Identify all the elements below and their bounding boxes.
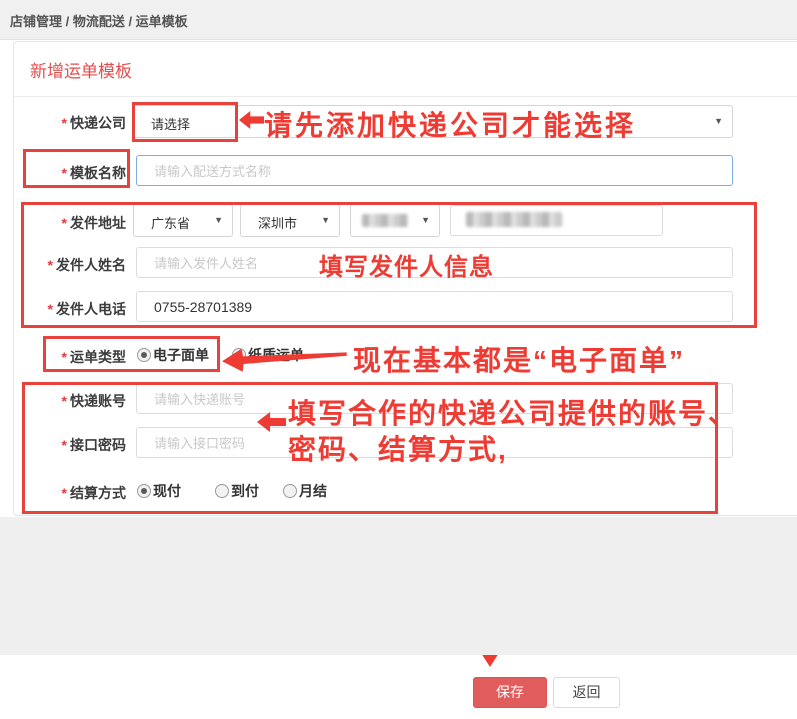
save-button[interactable]: 保存 <box>473 677 547 708</box>
annotation-account-line2: 密码、结算方式, <box>288 428 508 468</box>
highlight-rect-waybill-type <box>43 336 220 372</box>
annotation-account-line1: 填写合作的快递公司提供的账号、 <box>288 392 738 432</box>
back-button[interactable]: 返回 <box>553 677 620 708</box>
page: 店铺管理 / 物流配送 / 运单模板 新增运单模板 *快递公司 请选择 ▼ *模… <box>0 0 797 719</box>
page-title: 新增运单模板 <box>30 57 132 82</box>
chevron-down-icon: ▼ <box>714 116 723 126</box>
annotation-sender-info: 填写发件人信息 <box>319 247 494 282</box>
template-name-input[interactable] <box>136 155 733 186</box>
express-company-label: *快递公司 <box>22 113 126 133</box>
annotation-waybill-type: 现在基本都是“电子面单” <box>353 339 685 379</box>
breadcrumb[interactable]: 店铺管理 / 物流配送 / 运单模板 <box>10 11 188 30</box>
annotation-express-company: 请先添加快递公司才能选择 <box>264 104 636 144</box>
highlight-rect-express-company <box>132 102 238 142</box>
highlight-rect-template-name <box>23 149 130 188</box>
title-divider <box>14 96 797 97</box>
bottom-gray-section <box>0 517 797 655</box>
required-asterisk: * <box>62 115 67 131</box>
breadcrumb-bar: 店铺管理 / 物流配送 / 运单模板 <box>0 0 797 40</box>
